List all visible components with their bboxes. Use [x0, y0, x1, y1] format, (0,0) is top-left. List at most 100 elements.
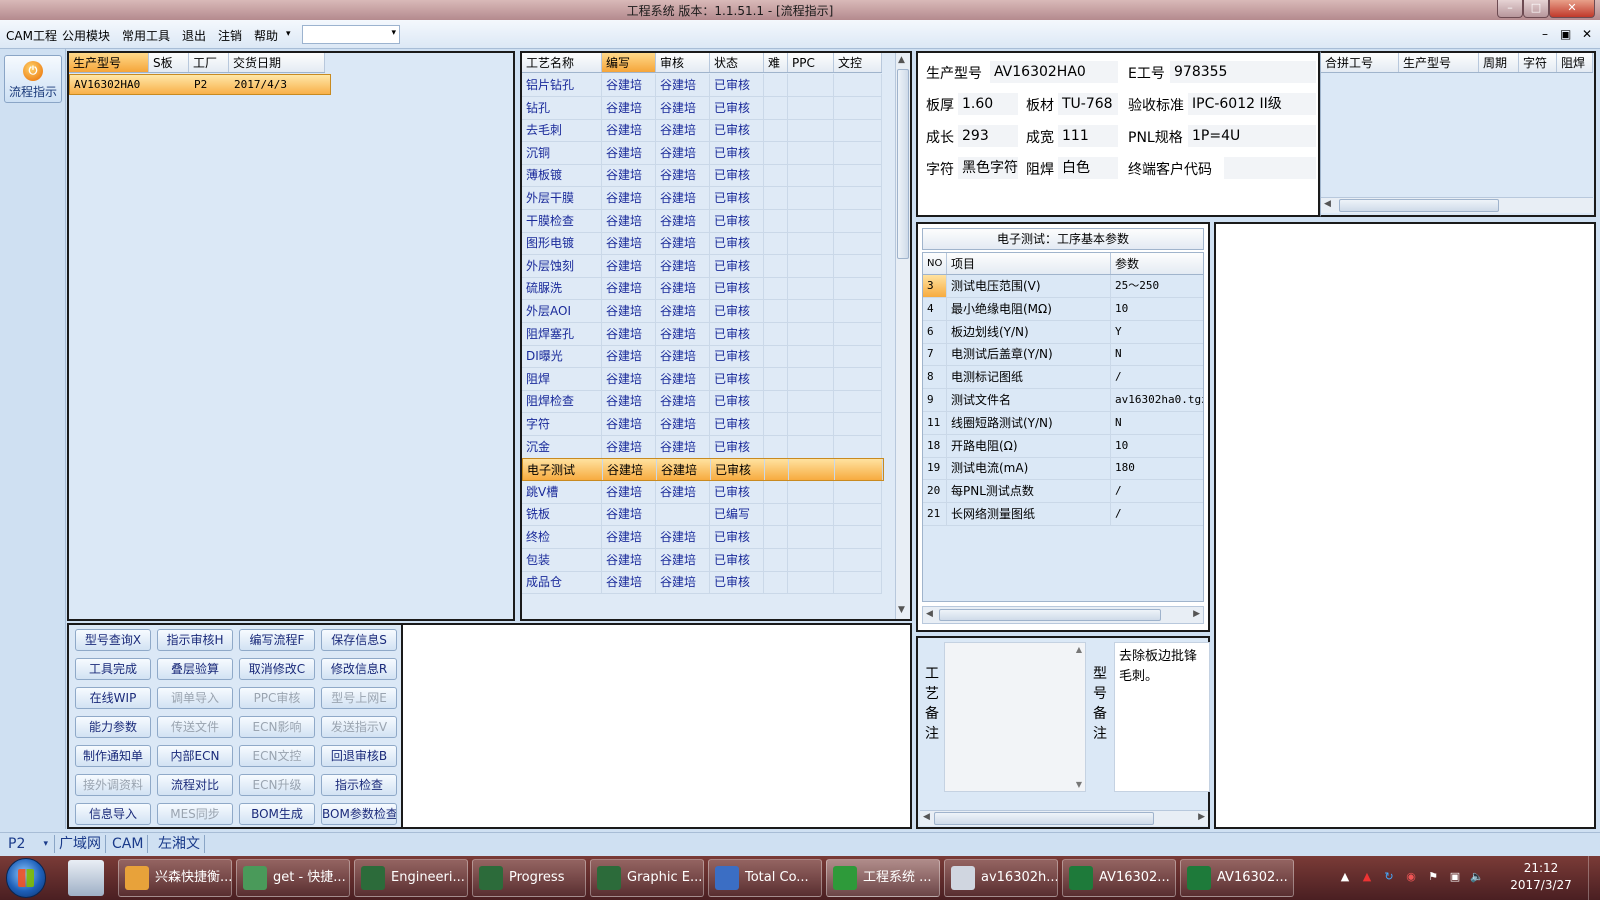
function-button[interactable]: 型号上网E — [321, 687, 397, 709]
tray-network-icon[interactable]: ▣ — [1448, 870, 1462, 884]
function-button[interactable]: 指示审核H — [157, 629, 233, 651]
table-row[interactable]: 钻孔 谷建培 谷建培 已审核 — [522, 96, 882, 120]
col-merge-model[interactable]: 生产型号 — [1399, 53, 1479, 72]
legend-field[interactable]: 黑色字符 — [958, 157, 1018, 179]
col-s-board[interactable]: S板 — [149, 53, 189, 72]
function-button[interactable]: 在线WIP — [75, 687, 151, 709]
mask-field[interactable]: 白色 — [1058, 157, 1118, 179]
function-button[interactable]: 内部ECN — [157, 745, 233, 767]
col-factory[interactable]: 工厂 — [189, 53, 229, 72]
cell-value[interactable]: / — [1111, 366, 1203, 388]
taskbar-task[interactable]: AV16302... — [1180, 859, 1294, 897]
table-row[interactable]: 硫脲洗 谷建培 谷建培 已审核 — [522, 277, 882, 301]
calculator-icon[interactable] — [68, 860, 104, 896]
cell-value[interactable]: 10 — [1111, 298, 1203, 320]
scroll-down-icon[interactable]: ▼ — [1076, 780, 1082, 789]
scroll-right-icon[interactable]: ▶ — [1193, 609, 1200, 619]
taskbar-task[interactable]: Total Co... — [708, 859, 822, 897]
table-row[interactable]: 包装 谷建培 谷建培 已审核 — [522, 548, 882, 572]
table-row[interactable]: DI曝光 谷建培 谷建培 已审核 — [522, 345, 882, 369]
table-row[interactable]: 阻焊 谷建培 谷建培 已审核 — [522, 367, 882, 391]
function-button[interactable]: 信息导入 — [75, 803, 151, 825]
table-row[interactable]: 图形电镀 谷建培 谷建培 已审核 — [522, 232, 882, 256]
minimize-button[interactable]: – — [1497, 0, 1523, 18]
width-field[interactable]: 111 — [1058, 125, 1118, 147]
table-row[interactable]: 外层AOI 谷建培 谷建培 已审核 — [522, 300, 882, 323]
menu-help[interactable]: 帮助 — [254, 27, 278, 44]
cell-value[interactable]: / — [1111, 480, 1203, 502]
function-button[interactable]: ECN文控 — [239, 745, 315, 767]
function-button[interactable]: 型号查询X — [75, 629, 151, 651]
table-row[interactable]: 字符 谷建培 谷建培 已审核 — [522, 413, 882, 436]
menu-combo-box[interactable]: ▾ — [302, 25, 400, 44]
scroll-right-icon[interactable]: ▶ — [1198, 812, 1205, 822]
cell-value[interactable]: N — [1111, 412, 1203, 434]
taskbar-task[interactable]: AV16302... — [1062, 859, 1176, 897]
function-button[interactable]: ECN升级 — [239, 774, 315, 796]
table-row[interactable]: 9 测试文件名 av16302ha0.tgz — [923, 389, 1203, 412]
function-button[interactable]: 叠层验算 — [157, 658, 233, 680]
clock[interactable]: 21:12 2017/3/27 — [1502, 860, 1580, 894]
standard-field[interactable]: IPC-6012 II级 — [1188, 93, 1316, 115]
table-row[interactable]: 薄板镀 谷建培 谷建培 已审核 — [522, 164, 882, 188]
col-status[interactable]: 状态 — [710, 53, 764, 72]
table-row[interactable]: 外层干膜 谷建培 谷建培 已审核 — [522, 187, 882, 210]
tray-expand-icon[interactable]: ▲ — [1338, 870, 1352, 884]
col-doc-control[interactable]: 文控 — [834, 53, 882, 72]
menu-exit[interactable]: 退出 — [182, 27, 206, 44]
scroll-left-icon[interactable]: ◀ — [926, 609, 933, 619]
taskbar-task[interactable]: Progress — [472, 859, 586, 897]
table-row[interactable]: 阻焊塞孔 谷建培 谷建培 已审核 — [522, 322, 882, 346]
col-merge-mask[interactable]: 阻焊 — [1557, 53, 1593, 72]
taskbar-task[interactable]: 兴森快捷衡... — [118, 859, 232, 897]
scroll-left-icon[interactable]: ◀ — [923, 812, 930, 822]
function-button[interactable]: 调单导入 — [157, 687, 233, 709]
function-button[interactable]: 接外调资料 — [75, 774, 151, 796]
function-button[interactable]: 传送文件 — [157, 716, 233, 738]
table-row[interactable]: 铣板 谷建培 已编写 — [522, 503, 882, 527]
scroll-down-icon[interactable]: ▼ — [898, 605, 905, 615]
chevron-down-icon[interactable]: ▾ — [286, 29, 291, 39]
col-merge-legend[interactable]: 字符 — [1519, 53, 1557, 72]
scroll-up-icon[interactable]: ▲ — [1076, 645, 1082, 654]
tray-volume-icon[interactable]: 🔈 — [1470, 870, 1484, 884]
mdi-restore-button[interactable]: ▣ — [1560, 27, 1571, 41]
table-row[interactable]: 7 电测试后盖章(Y/N) N — [923, 343, 1203, 367]
function-button[interactable]: 指示检查 — [321, 774, 397, 796]
cell-value[interactable]: 10 — [1111, 435, 1203, 457]
function-button[interactable]: 流程对比 — [157, 774, 233, 796]
cell-value[interactable]: Y — [1111, 321, 1203, 343]
table-row[interactable]: 18 开路电阻(Ω) 10 — [923, 434, 1203, 458]
flow-instruction-button[interactable]: ⏻ 流程指示 — [4, 55, 62, 103]
mdi-close-button[interactable]: ✕ — [1582, 27, 1592, 41]
table-row[interactable]: 6 板边划线(Y/N) Y — [923, 320, 1203, 344]
maximize-button[interactable]: □ — [1523, 0, 1549, 18]
menu-logout[interactable]: 注销 — [218, 27, 242, 44]
scroll-thumb[interactable] — [939, 609, 1161, 621]
cell-value[interactable]: 25～250 — [1111, 275, 1203, 297]
col-delivery-date[interactable]: 交货日期 — [229, 53, 325, 72]
col-difficulty[interactable]: 难 — [764, 53, 788, 72]
length-field[interactable]: 293 — [958, 125, 1018, 147]
thickness-field[interactable]: 1.60 — [958, 93, 1018, 115]
scroll-thumb[interactable] — [1339, 199, 1499, 212]
taskbar-task[interactable]: Graphic E... — [590, 859, 704, 897]
table-row[interactable]: 11 线圈短路测试(Y/N) N — [923, 411, 1203, 435]
table-row[interactable]: 铝片钻孔 谷建培 谷建培 已审核 — [522, 74, 882, 97]
cell-value[interactable]: N — [1111, 343, 1203, 365]
taskbar-task[interactable]: Engineeri... — [354, 859, 468, 897]
chevron-down-icon[interactable]: ▾ — [391, 28, 396, 38]
cell-value[interactable]: 180 — [1111, 457, 1203, 479]
prod-model-field[interactable]: AV16302HA0 — [990, 61, 1118, 83]
menu-cam[interactable]: CAM工程 — [6, 27, 57, 44]
process-remark-textarea[interactable]: ▲ ▼ — [944, 642, 1086, 792]
model-remark-textarea[interactable]: 去除板边批锋毛刺。 — [1114, 642, 1210, 792]
menu-common-module[interactable]: 公用模块 — [62, 27, 110, 44]
close-button[interactable]: ✕ — [1549, 0, 1595, 18]
customer-field[interactable] — [1224, 157, 1316, 179]
show-desktop-button[interactable] — [1588, 856, 1600, 900]
taskbar-task[interactable]: 工程系统 ... — [826, 859, 940, 897]
col-merge-cycle[interactable]: 周期 — [1479, 53, 1519, 72]
col-value[interactable]: 参数 — [1111, 253, 1203, 274]
col-process-name[interactable]: 工艺名称 — [522, 53, 602, 72]
